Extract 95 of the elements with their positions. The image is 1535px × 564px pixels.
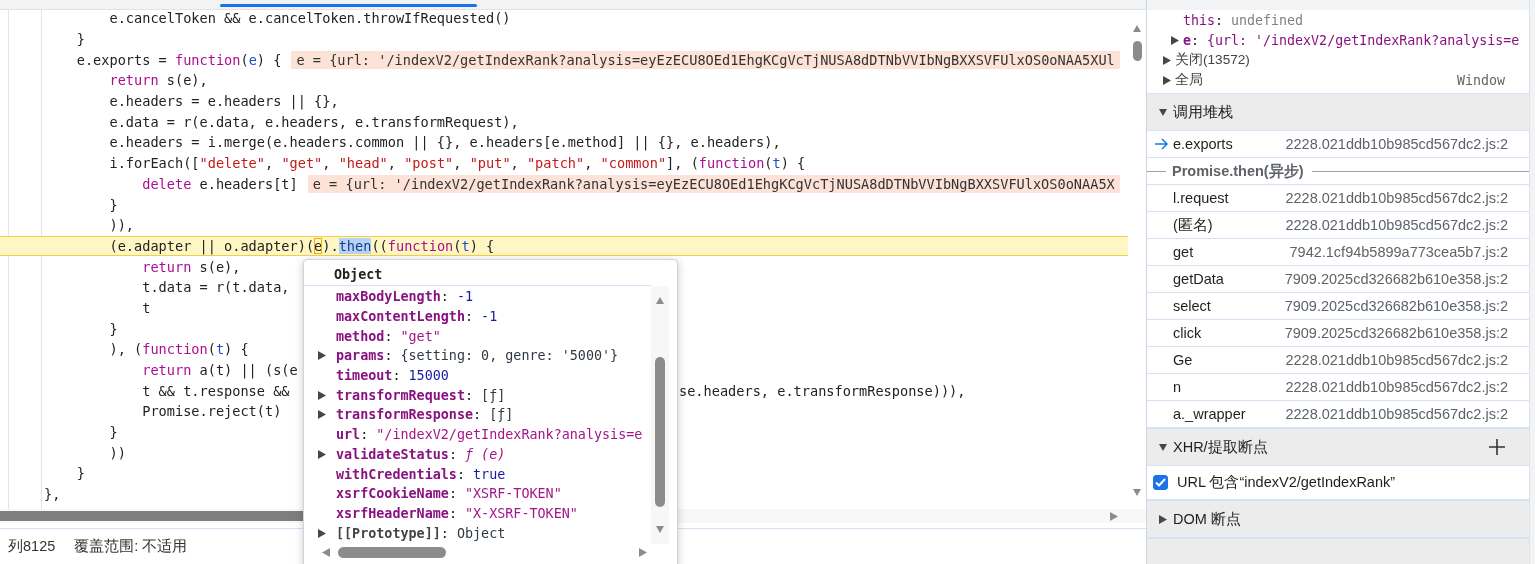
scrollbar-thumb[interactable] <box>1132 41 1142 61</box>
object-property: transformResponse: [ƒ] <box>336 407 514 423</box>
frame-location[interactable]: 7909.2025cd326682b610e358.js:2 <box>1284 298 1529 314</box>
scope-variable[interactable]: e: {url: '/indexV2/getIndexRank?analysis=e <box>1183 32 1520 48</box>
object-property: xsrfHeaderName: "X-XSRF-TOKEN" <box>336 505 578 521</box>
code-line: )) <box>109 444 126 461</box>
inline-value: e = {url: '/indexV2/getIndexRank?analysis=eyEzECU8OEd1EhgKCgVcTjNUSA8dDTNbVVIbNgBXXSVFUlxOS0oNAA5XUl <box>291 50 1120 69</box>
expand-triangle-icon[interactable] <box>1163 55 1171 65</box>
code-line: delete e.headers[t] <box>142 175 298 192</box>
code-line: e.exports = function(e) { <box>76 51 282 68</box>
expand-triangle-icon[interactable] <box>1163 75 1171 85</box>
code-line: } <box>76 465 85 482</box>
scrollbar-thumb[interactable] <box>338 547 446 558</box>
scroll-right-arrow-icon[interactable] <box>1110 511 1118 521</box>
scrollbar-thumb[interactable] <box>655 357 665 507</box>
scope-variable[interactable]: this: undefined <box>1183 12 1304 28</box>
call-frame[interactable]: e.exports 2228.021ddb10b985cd567dc2.js:2 <box>1147 131 1529 158</box>
code-line: } <box>109 196 118 213</box>
scroll-left-arrow-icon[interactable] <box>322 548 330 557</box>
scope-value: Window <box>1456 72 1506 88</box>
scroll-up-arrow-icon[interactable] <box>1133 24 1141 33</box>
call-frame[interactable]: n 2228.021ddb10b985cd567dc2.js:2 <box>1147 374 1529 401</box>
frame-location[interactable]: 2228.021ddb10b985cd567dc2.js:2 <box>1285 217 1529 233</box>
object-property: [[Prototype]]: Object <box>336 525 506 541</box>
frame-location[interactable]: 2228.021ddb10b985cd567dc2.js:2 <box>1285 136 1529 152</box>
code-line: e.data = r(e.data, e.headers, e.transformRequest), <box>109 113 519 130</box>
code-line: e.headers = e.headers || {}, <box>109 93 339 110</box>
object-property: transformRequest: [ƒ] <box>336 387 506 403</box>
async-separator: Promise.then(异步) <box>1172 161 1304 181</box>
code-line: Promise.reject(t) <box>142 403 282 420</box>
object-property: method: "get" <box>336 328 441 344</box>
code-line: ), (function(t) { <box>109 341 249 358</box>
scroll-up-arrow-icon[interactable] <box>656 296 664 305</box>
object-property: maxContentLength: -1 <box>336 309 498 325</box>
object-property: maxBodyLength: -1 <box>336 289 474 305</box>
code-line: se.headers, e.transformResponse))), <box>679 382 966 399</box>
expand-triangle-icon[interactable] <box>318 351 326 361</box>
coverage-status: 覆盖范围: 不适用 <box>74 537 188 556</box>
expand-triangle-icon[interactable] <box>318 410 326 420</box>
frame-location[interactable]: 2228.021ddb10b985cd567dc2.js:2 <box>1285 379 1529 395</box>
call-frame[interactable]: click 7909.2025cd326682b610e358.js:2 <box>1147 320 1529 347</box>
code-line: } <box>76 31 85 48</box>
call-frame[interactable]: l.request 2228.021ddb10b985cd567dc2.js:2 <box>1147 185 1529 212</box>
popover-title: Object <box>334 267 383 282</box>
cursor-position: 列8125 <box>8 537 56 556</box>
section-header[interactable]: DOM 断点 <box>1147 500 1529 538</box>
frame-location[interactable]: 7909.2025cd326682b610e358.js:2 <box>1284 325 1529 341</box>
object-property: withCredentials: true <box>336 466 506 482</box>
code-line: e.headers = i.merge(e.headers.common || {}, e.headers[e.method] || {}, e.headers), <box>109 134 781 151</box>
code-line: i.forEach(["delete", "get", "head", "post", "put", "patch", "common"], (function(t) { <box>109 155 806 172</box>
inline-value: e = {url: '/indexV2/getIndexRank?analysis=eyEzECU8OEd1EhgKCgVcTjNUSA8dDTNbVVIbNgBXXSVFUlxOS0oNAA5X <box>307 174 1120 193</box>
code-line: e.cancelToken && e.cancelToken.throwIfRequested() <box>109 10 511 27</box>
breakpoint-label: URL 包含“indexV2/getIndexRank” <box>1177 473 1396 492</box>
section-header[interactable]: XHR/提取断点 <box>1147 428 1529 466</box>
arrow-icon <box>1155 138 1169 150</box>
code-line: } <box>109 424 118 441</box>
frame-location[interactable]: 2228.021ddb10b985cd567dc2.js:2 <box>1285 406 1529 422</box>
code-line: }, <box>44 486 61 503</box>
frame-location[interactable]: 7942.1cf94b5899a773cea5b7.js:2 <box>1289 244 1529 260</box>
expand-triangle-icon[interactable] <box>1171 35 1179 45</box>
frame-location[interactable]: 2228.021ddb10b985cd567dc2.js:2 <box>1285 190 1529 206</box>
object-property: validateStatus: ƒ (e) <box>336 446 506 462</box>
checkbox[interactable] <box>1153 475 1168 490</box>
call-frame[interactable]: (匿名) 2228.021ddb10b985cd567dc2.js:2 <box>1147 212 1529 239</box>
code-line: t <box>142 299 151 316</box>
code-line: return a(t) || (s(e <box>142 362 298 379</box>
scope-group[interactable]: 关闭(13572) <box>1175 51 1250 69</box>
frame-location[interactable]: 2228.021ddb10b985cd567dc2.js:2 <box>1285 352 1529 368</box>
expand-triangle-icon[interactable] <box>318 449 326 459</box>
scope-group[interactable]: 全局 <box>1175 71 1203 89</box>
add-icon[interactable] <box>1489 439 1505 455</box>
scrollbar-thumb[interactable] <box>0 511 305 521</box>
code-line: (e.adapter || o.adapter)(e).then((function(t) { <box>109 237 495 254</box>
object-property: xsrfCookieName: "XSRF-TOKEN" <box>336 486 562 502</box>
code-line: return s(e), <box>109 72 208 89</box>
scroll-down-arrow-icon[interactable] <box>656 525 664 534</box>
expand-triangle-icon[interactable] <box>318 390 326 400</box>
call-frame[interactable]: getData 7909.2025cd326682b610e358.js:2 <box>1147 266 1529 293</box>
code-line: t && t.response && <box>142 382 290 399</box>
scroll-right-arrow-icon[interactable] <box>639 548 647 557</box>
object-property: params: {setting: 0, genre: '5000'} <box>336 348 619 364</box>
code-line: )), <box>109 217 135 234</box>
object-property: timeout: 15000 <box>336 368 449 384</box>
section-header[interactable]: 调用堆栈 <box>1147 93 1529 131</box>
checkmark-icon <box>1155 478 1166 487</box>
code-line: } <box>109 320 118 337</box>
code-line: t.data = r(t.data, <box>142 279 290 296</box>
call-frame[interactable]: Ge 2228.021ddb10b985cd567dc2.js:2 <box>1147 347 1529 374</box>
code-line: return s(e), <box>142 258 241 275</box>
frame-location[interactable]: 7909.2025cd326682b610e358.js:2 <box>1284 271 1529 287</box>
object-property: url: "/indexV2/getIndexRank?analysis=e <box>336 427 643 443</box>
scroll-down-arrow-icon[interactable] <box>1133 488 1141 497</box>
call-frame[interactable]: get 7942.1cf94b5899a773cea5b7.js:2 <box>1147 239 1529 266</box>
expand-triangle-icon[interactable] <box>318 528 326 538</box>
call-frame[interactable]: select 7909.2025cd326682b610e358.js:2 <box>1147 293 1529 320</box>
